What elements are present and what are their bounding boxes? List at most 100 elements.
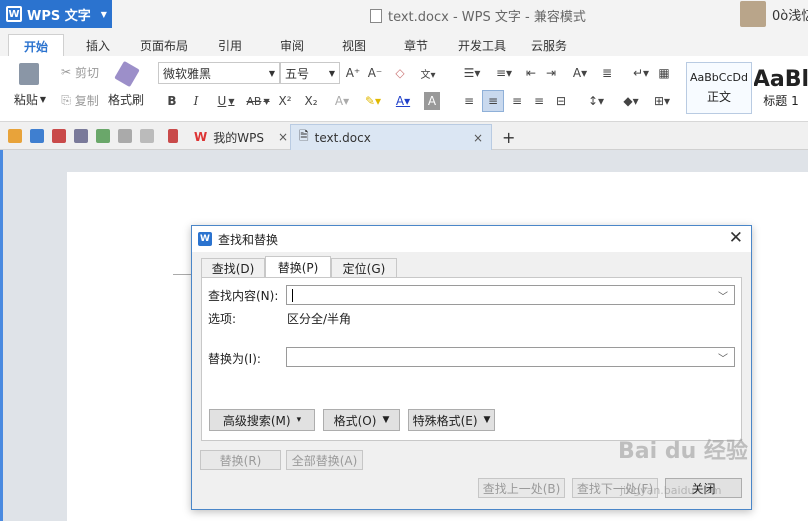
format-button[interactable]: 格式(O) ▼ — [323, 409, 400, 431]
char-shading-icon[interactable]: A — [424, 92, 440, 110]
options-label: 选项: — [208, 312, 237, 326]
replace-button[interactable]: 替换(R) — [200, 450, 281, 470]
shading-icon[interactable]: ◆▾ — [616, 92, 646, 110]
advanced-search-button[interactable]: 高级搜索(M) ▾ — [209, 409, 315, 431]
numbered-list-icon[interactable]: ≡▾ — [490, 64, 518, 82]
distributed-icon[interactable]: ⊟ — [552, 92, 570, 110]
paste-icon[interactable] — [12, 62, 46, 86]
chevron-down-icon[interactable]: ﹀ — [718, 350, 728, 365]
grow-font-icon[interactable]: A⁺ — [344, 64, 362, 82]
strikethrough-button[interactable]: AB ▼ — [242, 92, 274, 110]
tab-page-layout[interactable]: 页面布局 — [136, 34, 192, 56]
cut-label: 剪切 — [75, 65, 100, 80]
style-normal[interactable]: AaBbCcDd 正文 — [686, 62, 752, 114]
text-effect-icon[interactable]: A▾ — [330, 92, 354, 110]
font-name-select[interactable]: 微软雅黑 ▼ — [158, 62, 280, 84]
highlight-icon[interactable]: ✎▾ — [360, 92, 386, 110]
replace-input[interactable]: ﹀ — [286, 347, 735, 367]
special-format-label: 特殊格式(E) — [412, 413, 478, 428]
pinyin-icon[interactable]: 文▾ — [414, 64, 442, 82]
replace-all-button[interactable]: 全部替换(A) — [286, 450, 363, 470]
open-folder-icon[interactable] — [8, 129, 22, 143]
tab-cloud[interactable]: 云服务 — [526, 34, 572, 56]
print-preview-icon[interactable] — [96, 129, 110, 143]
tab-review[interactable]: 审阅 — [272, 34, 312, 56]
superscript-button[interactable]: X² — [274, 92, 296, 110]
undo-icon[interactable] — [118, 129, 132, 143]
app-name: WPS 文字 — [27, 8, 91, 24]
brush-icon[interactable] — [112, 60, 142, 88]
find-replace-dialog: W 查找和替换 ✕ 查找(D) 替换(P) 定位(G) 查找内容(N): ﹀ 选… — [191, 225, 752, 510]
line-break-icon[interactable]: ↵▾ — [628, 64, 654, 82]
app-menu-button[interactable]: W WPS 文字 ▼ — [0, 0, 112, 28]
find-previous-button[interactable]: 查找上一处(B) — [478, 478, 565, 498]
redo-icon[interactable] — [140, 129, 154, 143]
table-grid-icon[interactable]: ▦ — [656, 64, 672, 82]
bullet-list-icon[interactable]: ☰▾ — [458, 64, 486, 82]
font-color-icon[interactable]: A▾ — [390, 92, 416, 110]
clear-format-icon[interactable]: ◇ — [392, 64, 408, 82]
style-heading1[interactable]: AaBl 标题 1 — [754, 62, 808, 114]
new-tab-button[interactable]: + — [494, 124, 523, 150]
close-icon[interactable]: × — [473, 131, 483, 145]
align-left-icon[interactable]: ≡ — [460, 92, 478, 110]
tab-replace[interactable]: 替换(P) — [265, 256, 331, 279]
format-label: 格式(O) — [333, 413, 377, 428]
change-case-icon[interactable]: A▾ — [566, 64, 594, 82]
copy-button[interactable]: ⎘ 复制 — [56, 90, 104, 110]
tab-home[interactable]: 开始 — [8, 34, 64, 56]
font-size-select[interactable]: 五号 ▼ — [280, 62, 340, 84]
style-normal-sample: AaBbCcDd — [690, 71, 748, 84]
decrease-indent-icon[interactable]: ⇤ — [522, 64, 540, 82]
print-icon[interactable] — [74, 129, 88, 143]
tab-goto[interactable]: 定位(G) — [331, 258, 397, 278]
underline-button[interactable]: U ▼ — [212, 92, 240, 110]
watermark-logo: Bai du 经验 — [618, 439, 748, 464]
special-format-button[interactable]: 特殊格式(E) ▼ — [408, 409, 495, 431]
justify-icon[interactable]: ≡ — [530, 92, 548, 110]
line-spacing-icon[interactable]: ↕▾ — [582, 92, 610, 110]
avatar[interactable] — [740, 1, 766, 27]
border-icon[interactable]: ⊞▾ — [648, 92, 676, 110]
tab-view[interactable]: 视图 — [334, 34, 374, 56]
tab-developer[interactable]: 开发工具 — [452, 34, 512, 56]
tab-text-docx-label: text.docx — [314, 130, 371, 145]
tab-chapter[interactable]: 章节 — [396, 34, 436, 56]
style-heading-label: 标题 1 — [763, 94, 799, 108]
format-painter-button[interactable]: 格式刷 — [104, 90, 148, 108]
user-account[interactable]: 0ò浅忆 — [740, 0, 808, 28]
shrink-font-icon[interactable]: A⁻ — [366, 64, 384, 82]
export-pdf-icon[interactable] — [52, 129, 66, 143]
find-input[interactable]: ﹀ — [286, 285, 735, 305]
tab-text-docx[interactable]: 🗎 text.docx × — [290, 124, 492, 150]
italic-button[interactable]: I — [188, 92, 204, 110]
options-value: 区分全/半角 — [287, 312, 352, 326]
paste-button[interactable]: 粘贴 ▼ — [8, 90, 52, 108]
bold-button[interactable]: B — [164, 92, 180, 110]
font-size-value: 五号 — [285, 66, 310, 81]
tab-insert[interactable]: 插入 — [78, 34, 118, 56]
tab-references[interactable]: 引用 — [210, 34, 250, 56]
align-right-icon[interactable]: ≡ — [508, 92, 526, 110]
close-icon[interactable]: × — [278, 130, 288, 144]
style-heading-sample: AaBl — [754, 67, 808, 92]
chevron-down-icon: ▼ — [483, 415, 491, 425]
customize-icon[interactable] — [168, 129, 178, 143]
double-chevron-down-icon: ▾ — [296, 415, 302, 425]
chevron-down-icon[interactable]: ﹀ — [718, 288, 728, 303]
close-icon[interactable]: ✕ — [729, 229, 743, 247]
quick-access-bar: W 我的WPS × 🗎 text.docx × + — [0, 122, 808, 150]
document-icon — [370, 8, 382, 23]
tab-find[interactable]: 查找(D) — [201, 258, 265, 278]
cut-button[interactable]: ✂ 剪切 — [56, 62, 104, 82]
align-center-icon[interactable]: ≡ — [482, 90, 504, 112]
tab-my-wps[interactable]: W 我的WPS × — [186, 124, 296, 150]
save-icon[interactable] — [30, 129, 44, 143]
advanced-search-label: 高级搜索(M) — [222, 413, 291, 428]
subscript-button[interactable]: X₂ — [300, 92, 322, 110]
wps-home-icon: W — [194, 130, 208, 144]
dialog-title-bar[interactable]: W 查找和替换 ✕ — [192, 226, 751, 252]
paste-label: 粘贴 — [13, 92, 38, 107]
increase-indent-icon[interactable]: ⇥ — [542, 64, 560, 82]
sort-icon[interactable]: ≣ — [598, 64, 616, 82]
